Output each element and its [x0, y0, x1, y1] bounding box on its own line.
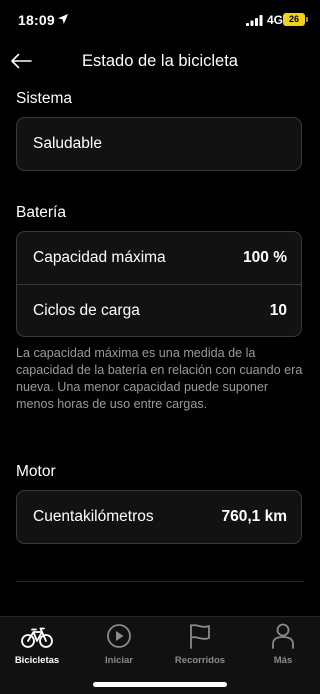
section-title-battery: Batería — [16, 204, 66, 221]
status-time: 18:09 — [18, 12, 55, 28]
odometer-value: 760,1 km — [221, 508, 288, 525]
tab-start[interactable]: Iniciar — [87, 623, 151, 666]
tab-label-start: Iniciar — [105, 655, 133, 666]
section-title-motor: Motor — [16, 463, 56, 480]
tab-bicycles[interactable]: Bicicletas — [5, 623, 69, 666]
tab-label-bicycles: Bicicletas — [14, 655, 60, 666]
location-arrow-icon — [58, 14, 68, 24]
odometer-label: Cuentakilómetros — [33, 508, 154, 525]
system-status: Saludable — [33, 135, 102, 152]
max-capacity-row: Capacidad máxima 100 % — [17, 232, 301, 284]
status-bar: 18:09 4G 26 — [0, 0, 320, 40]
network-type: 4G — [267, 13, 284, 27]
bicycle-icon — [21, 627, 53, 648]
person-icon — [272, 623, 294, 649]
tab-label-rides: Recorridos — [174, 655, 226, 666]
system-card: Saludable — [16, 117, 302, 171]
content-divider — [16, 581, 304, 582]
charge-cycles-label: Ciclos de carga — [33, 301, 140, 319]
flag-icon — [190, 624, 210, 649]
system-status-row: Saludable — [17, 118, 301, 170]
motor-card: Cuentakilómetros 760,1 km — [16, 490, 302, 544]
section-title-system: Sistema — [16, 90, 72, 107]
max-capacity-label: Capacidad máxima — [33, 249, 166, 266]
charge-cycles-value: 10 — [269, 301, 287, 319]
nav-header: Estado de la bicicleta — [0, 44, 320, 80]
charge-cycles-row: Ciclos de carga 10 — [17, 284, 301, 336]
tab-label-more: Más — [273, 655, 293, 666]
battery-card: Capacidad máxima 100 % Ciclos de carga 1… — [16, 231, 302, 337]
max-capacity-value: 100 % — [243, 249, 287, 266]
tab-more[interactable]: Más — [251, 623, 315, 666]
home-indicator — [93, 682, 227, 687]
battery-note: La capacidad máxima es una medida de la … — [16, 346, 303, 411]
signal-bars-icon — [246, 15, 263, 26]
play-icon — [107, 624, 131, 648]
battery-icon: 26 — [283, 13, 308, 26]
odometer-row: Cuentakilómetros 760,1 km — [17, 491, 301, 543]
tab-rides[interactable]: Recorridos — [168, 623, 232, 666]
tab-bar: Bicicletas Iniciar Recorridos Más — [0, 616, 320, 694]
battery-level: 26 — [288, 14, 299, 24]
page-title: Estado de la bicicleta — [82, 52, 238, 70]
